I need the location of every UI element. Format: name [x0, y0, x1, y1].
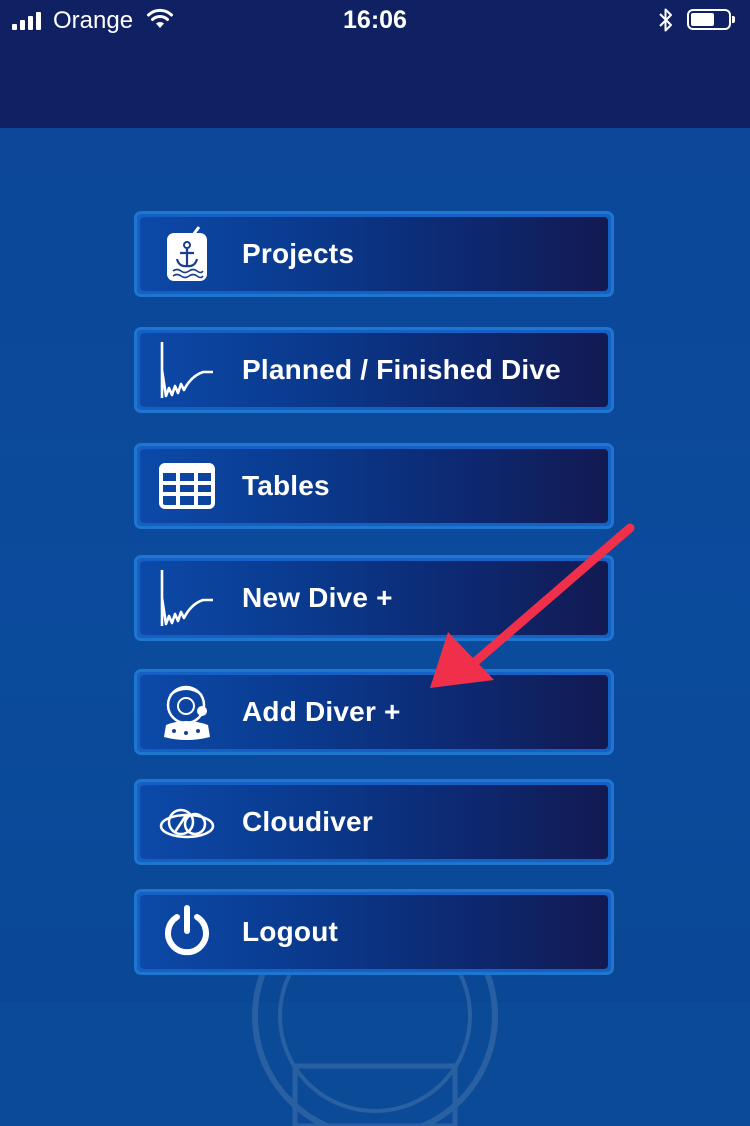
wifi-icon: [147, 8, 173, 28]
battery-level-fill: [691, 13, 714, 26]
table-grid-icon: [157, 456, 217, 516]
new-dive-label: New Dive +: [242, 582, 393, 613]
cloud-icon: [157, 792, 217, 852]
planned-finished-dive-button[interactable]: Planned / Finished Dive: [134, 327, 614, 413]
battery-icon: [687, 9, 735, 30]
projects-label: Projects: [242, 238, 355, 269]
tables-button[interactable]: Tables: [134, 443, 614, 529]
navigation-bar: [0, 40, 750, 129]
logout-label: Logout: [242, 916, 339, 947]
add-diver-button[interactable]: Add Diver +: [134, 669, 614, 755]
dive-profile-icon: [157, 568, 217, 628]
status-bar: Orange 16:06: [0, 0, 750, 40]
cloudiver-button[interactable]: Cloudiver: [134, 779, 614, 865]
tables-label: Tables: [242, 470, 330, 501]
projects-button[interactable]: Projects: [134, 211, 614, 297]
power-icon: [157, 902, 217, 962]
anchor-document-icon: [157, 224, 217, 284]
planned-finished-dive-label: Planned / Finished Dive: [242, 354, 561, 385]
diver-helmet-icon: [157, 682, 217, 742]
cloudiver-label: Cloudiver: [242, 806, 373, 837]
add-diver-label: Add Diver +: [242, 696, 401, 727]
signal-strength-icon: [12, 12, 41, 30]
logout-button[interactable]: Logout: [134, 889, 614, 975]
dive-profile-icon: [157, 340, 217, 400]
carrier-name: Orange: [53, 7, 134, 34]
new-dive-button[interactable]: New Dive +: [134, 555, 614, 641]
bluetooth-icon: [659, 8, 672, 32]
